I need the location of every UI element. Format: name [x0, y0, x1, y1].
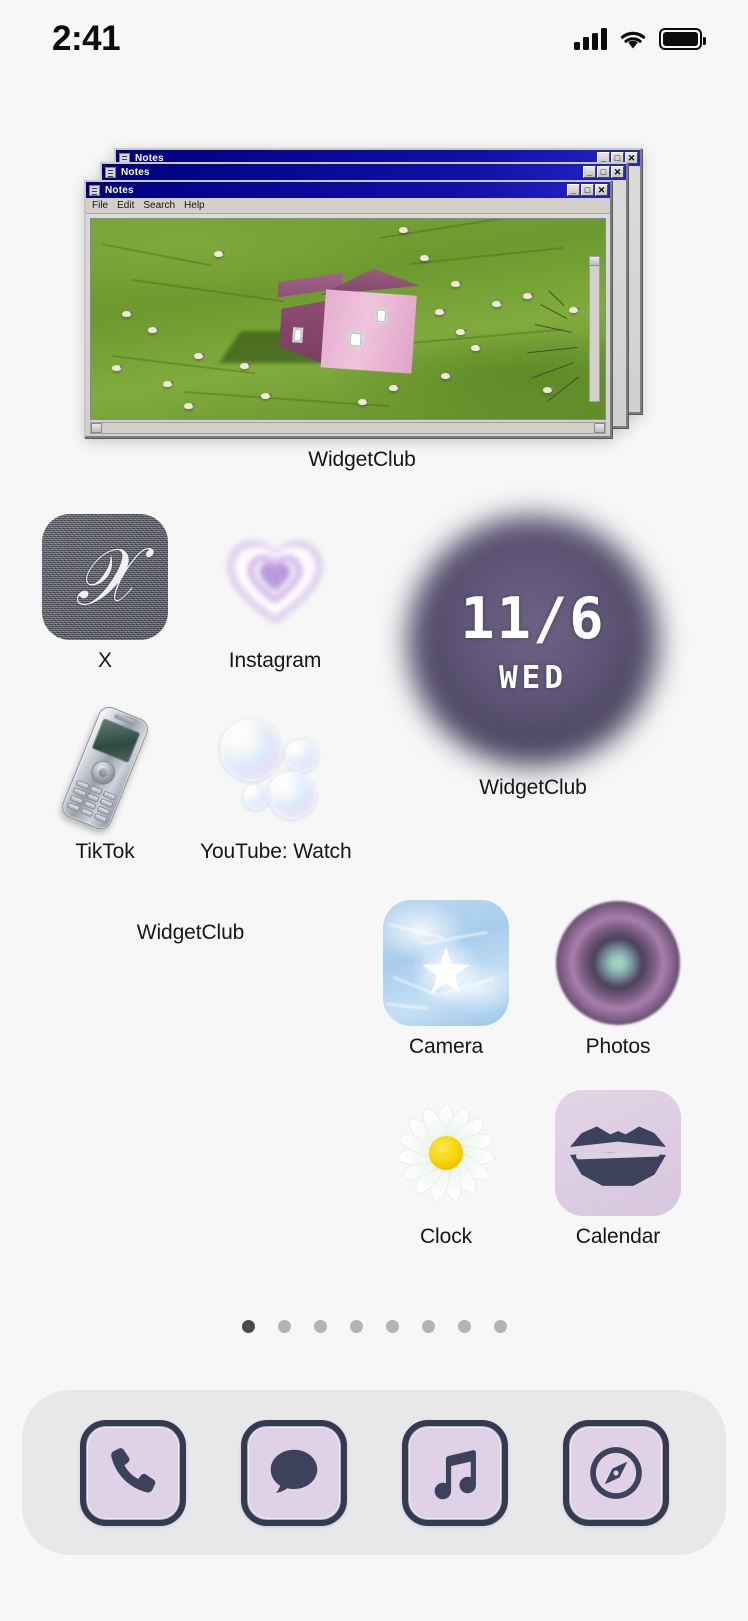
app-label-camera: Camera	[408, 1035, 484, 1058]
app-icon-tiktok[interactable]: TikTok	[30, 703, 180, 864]
status-bar-time: 2:41	[52, 19, 121, 58]
compass-icon	[563, 1420, 669, 1526]
page-indicator-dots[interactable]	[0, 1320, 748, 1333]
window-controls[interactable]: _ □ ✕	[567, 184, 608, 196]
titlebar: Notes _ □ ✕	[86, 182, 610, 198]
orb-date-text: 11/6	[460, 586, 606, 652]
status-bar-icons	[574, 28, 706, 50]
menu-item-file[interactable]: File	[92, 200, 108, 211]
orb-weekday-text: WED	[499, 660, 567, 696]
app-label-calendar: Calendar	[575, 1225, 661, 1248]
home-screen: 2:41 Notes _ □ ✕ Notes _ □ ✕ Notes _ □ ✕…	[0, 0, 748, 1621]
bubbles-icon	[212, 705, 338, 831]
app-icon-youtube[interactable]: YouTube: Watch	[200, 705, 352, 864]
window-title: Notes	[105, 184, 134, 196]
close-button[interactable]: ✕	[611, 166, 624, 178]
widget-label-clock: WidgetClub	[136, 921, 245, 944]
widget-label-date-orb: WidgetClub	[479, 776, 587, 799]
menu-item-search[interactable]: Search	[143, 200, 175, 211]
dock-icon-safari[interactable]	[562, 1419, 669, 1526]
notes-app-icon	[105, 166, 116, 178]
app-icon-instagram[interactable]: Instagram	[200, 514, 350, 673]
menu-item-help[interactable]: Help	[184, 200, 205, 211]
pink-house-photo	[91, 219, 605, 419]
vertical-scrollbar[interactable]	[589, 256, 600, 402]
maximize-button[interactable]: □	[597, 166, 610, 178]
x-script-noise-icon: 𝒳	[42, 514, 168, 640]
battery-icon	[659, 28, 706, 50]
speech-bubble-icon	[241, 1420, 347, 1526]
lipstick-kiss-icon	[555, 1090, 681, 1216]
status-bar: 2:41	[0, 0, 748, 78]
app-label-x: X	[98, 649, 112, 672]
notes-window-front: Notes _ □ ✕ File Edit Search Help	[84, 180, 612, 438]
wifi-icon	[619, 29, 647, 50]
widget-notes-windows[interactable]: Notes _ □ ✕ Notes _ □ ✕ Notes _ □ ✕ File…	[62, 148, 662, 500]
daisy-flower-icon	[383, 1090, 509, 1216]
page-dot-4[interactable]	[349, 1320, 363, 1333]
app-label-clock: Clock	[419, 1225, 472, 1248]
close-button[interactable]: ✕	[595, 184, 608, 196]
widget-label-notes: WidgetClub	[308, 448, 416, 471]
minimize-button[interactable]: _	[567, 184, 580, 196]
app-icon-x[interactable]: 𝒳 X	[30, 514, 180, 673]
app-label-tiktok: TikTok	[75, 840, 135, 863]
menu-item-edit[interactable]: Edit	[117, 200, 134, 211]
horizontal-scrollbar[interactable]	[90, 422, 606, 434]
retro-cellphone-icon	[42, 703, 168, 833]
page-dot-8[interactable]	[493, 1320, 507, 1333]
cellular-signal-icon	[574, 28, 607, 50]
notes-app-icon	[89, 184, 100, 196]
window-controls[interactable]: _ □ ✕	[583, 166, 624, 178]
page-dot-6[interactable]	[421, 1320, 435, 1333]
page-dot-7[interactable]	[457, 1320, 471, 1333]
notes-window-content	[90, 218, 606, 420]
app-label-photos: Photos	[585, 1035, 651, 1058]
phone-handset-icon	[80, 1420, 186, 1526]
widget-clock[interactable]: 12 1 2 3 4 5 6 7 8 9 10 11 WidgetClub	[38, 905, 343, 945]
dock-icon-messages[interactable]	[240, 1419, 347, 1526]
page-dot-2[interactable]	[277, 1320, 291, 1333]
page-dot-1[interactable]	[241, 1320, 255, 1333]
page-dot-3[interactable]	[313, 1320, 327, 1333]
menu-bar[interactable]: File Edit Search Help	[86, 198, 610, 214]
pink-house	[278, 264, 418, 374]
app-icon-camera[interactable]: Camera	[371, 900, 521, 1059]
widget-date-orb[interactable]: 11/6 WED WidgetClub	[408, 516, 658, 800]
app-icon-photos[interactable]: Photos	[543, 900, 693, 1059]
dock-icon-phone[interactable]	[79, 1419, 186, 1526]
bare-tree	[497, 291, 584, 403]
app-icon-calendar[interactable]: Calendar	[543, 1090, 693, 1249]
glowing-heart-icon	[212, 514, 338, 640]
purple-orb-icon	[555, 900, 681, 1026]
maximize-button[interactable]: □	[581, 184, 594, 196]
sky-star-icon	[383, 900, 509, 1026]
minimize-button[interactable]: _	[583, 166, 596, 178]
dock-icon-music[interactable]	[401, 1419, 508, 1526]
dock	[22, 1390, 726, 1555]
titlebar: Notes _ □ ✕	[102, 164, 626, 180]
music-note-icon	[402, 1420, 508, 1526]
app-label-youtube: YouTube: Watch	[200, 840, 352, 863]
page-dot-5[interactable]	[385, 1320, 399, 1333]
app-icon-clock[interactable]: Clock	[371, 1090, 521, 1249]
app-label-instagram: Instagram	[228, 649, 322, 672]
window-title: Notes	[121, 166, 150, 178]
